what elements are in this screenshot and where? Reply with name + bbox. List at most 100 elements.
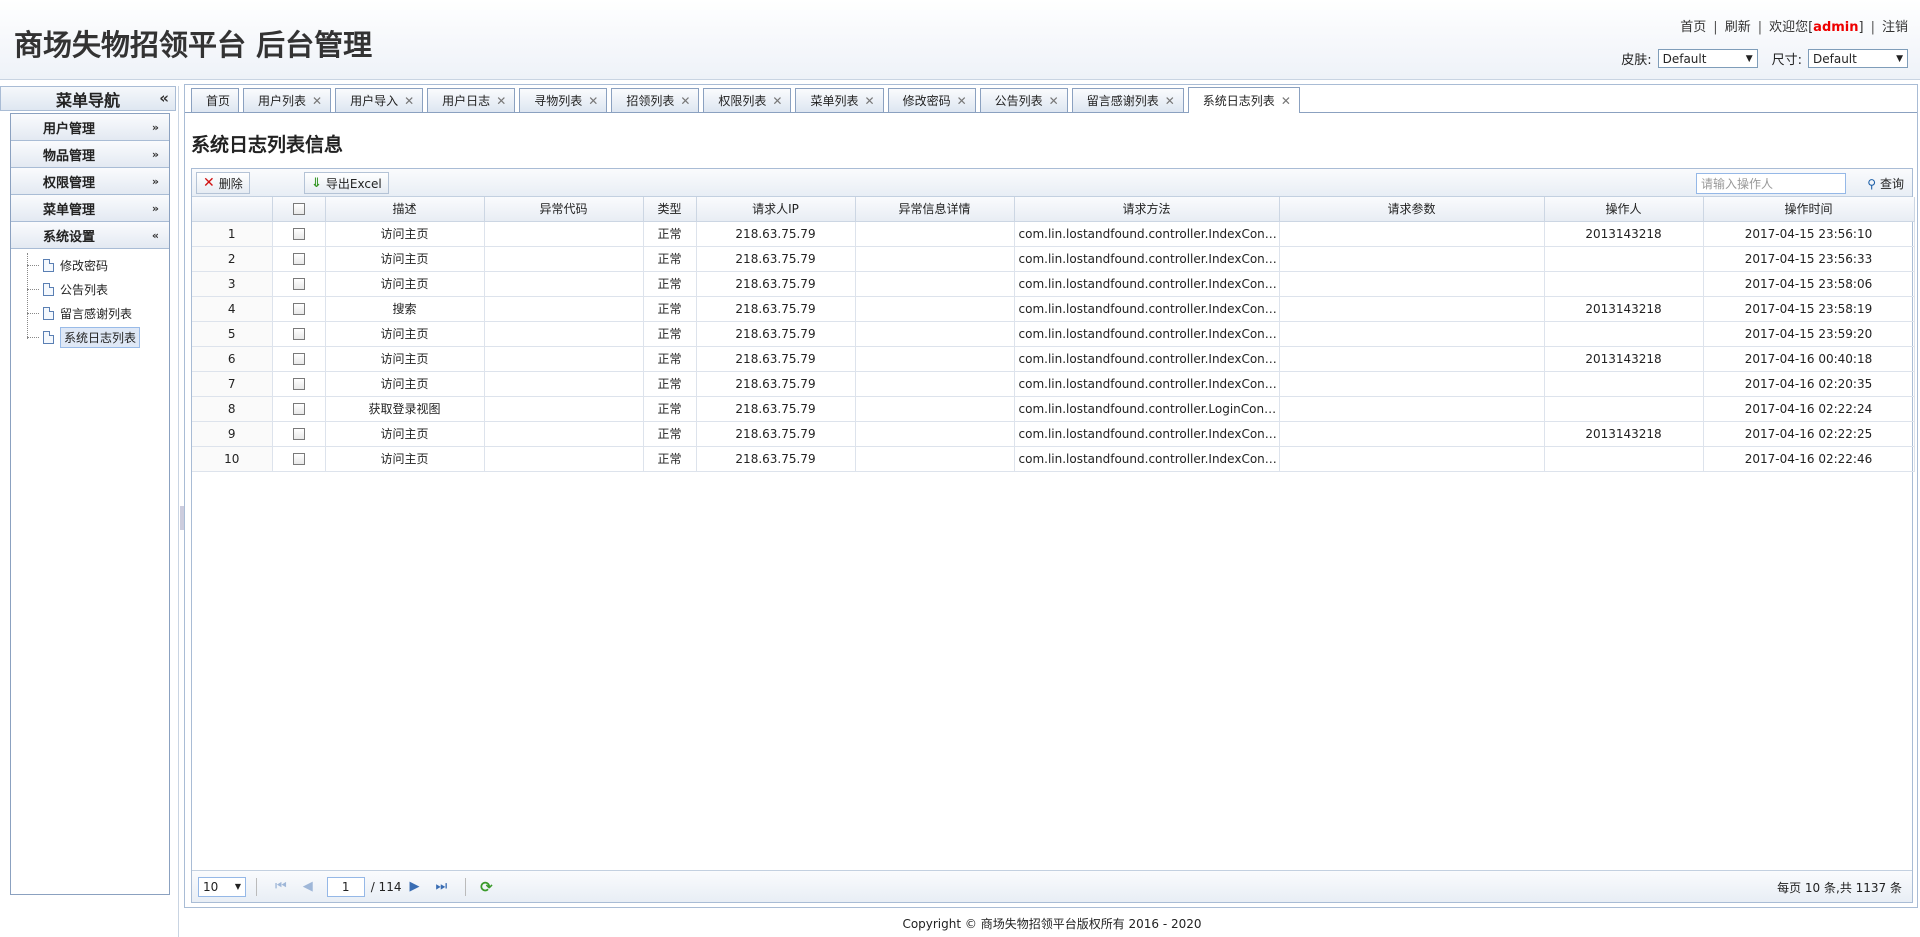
table-row[interactable]: 9 访问主页 正常 218.63.75.79 com.lin.lostandfound.… [192, 421, 1915, 447]
row-checkbox[interactable] [292, 353, 305, 365]
close-tab-icon[interactable]: ✕ [680, 94, 690, 108]
tab-11[interactable]: 系统日志列表 ✕ [1187, 87, 1300, 113]
column-header[interactable]: 操作时间 [1703, 197, 1915, 222]
close-tab-icon[interactable]: ✕ [865, 94, 875, 108]
tab-9[interactable]: 公告列表 ✕ [979, 88, 1068, 112]
prev-page-icon[interactable]: ◀ [303, 879, 313, 894]
close-tab-icon[interactable]: ✕ [957, 94, 967, 108]
tree-item-change-password[interactable]: 修改密码 [25, 253, 169, 277]
row-checkbox[interactable] [292, 378, 305, 390]
dropdown-arrow-icon: ▼ [1896, 53, 1903, 64]
home-link[interactable]: 首页 [1680, 20, 1706, 35]
table-row[interactable]: 3 访问主页 正常 218.63.75.79 com.lin.lostandfound.… [192, 271, 1915, 297]
cell-desc: 访问主页 [325, 371, 485, 397]
tab-2[interactable]: 用户导入 ✕ [335, 88, 424, 112]
table-row[interactable]: 2 访问主页 正常 218.63.75.79 com.lin.lostandfound.… [192, 246, 1915, 272]
close-tab-icon[interactable]: ✕ [496, 94, 506, 108]
size-select[interactable]: Default ▼ [1808, 49, 1908, 68]
column-header[interactable]: 操作人 [1544, 197, 1704, 222]
table-row[interactable]: 5 访问主页 正常 218.63.75.79 com.lin.lostandfound.… [192, 321, 1915, 347]
menu-system-settings[interactable]: 系统设置 « [11, 222, 169, 249]
close-tab-icon[interactable]: ✕ [588, 94, 598, 108]
collapse-sidebar-icon[interactable]: « [159, 89, 169, 107]
menu-permission-management[interactable]: 权限管理 » [11, 168, 169, 195]
row-checkbox[interactable] [292, 278, 305, 290]
tab-1[interactable]: 用户列表 ✕ [243, 88, 332, 112]
tab-4[interactable]: 寻物列表 ✕ [519, 88, 608, 112]
column-header[interactable]: 请求参数 [1279, 197, 1545, 222]
tab-3[interactable]: 用户日志 ✕ [427, 88, 516, 112]
close-tab-icon[interactable]: ✕ [404, 94, 414, 108]
tab-6[interactable]: 权限列表 ✕ [703, 88, 792, 112]
close-tab-icon[interactable]: ✕ [1165, 94, 1175, 108]
cell-code [484, 221, 644, 247]
tree-item-notice-list[interactable]: 公告列表 [25, 277, 169, 301]
tab-10[interactable]: 留言感谢列表 ✕ [1071, 88, 1184, 112]
next-page-icon[interactable]: ▶ [409, 879, 419, 894]
tree-item-system-log-list[interactable]: 系统日志列表 [25, 325, 169, 349]
table-row[interactable]: 8 获取登录视图 正常 218.63.75.79 com.lin.lostandfoun… [192, 396, 1915, 422]
page-number-input[interactable]: 1 [326, 876, 365, 897]
row-checkbox[interactable] [292, 253, 305, 265]
close-tab-icon[interactable]: ✕ [312, 94, 322, 108]
logout-link[interactable]: 注销 [1882, 20, 1908, 35]
row-select-cell [272, 296, 326, 322]
cell-method: com.lin.lostandfound.controller.IndexCon… [1014, 271, 1280, 297]
delete-button[interactable]: ✕ 删除 [196, 172, 250, 194]
close-tab-icon[interactable]: ✕ [772, 94, 782, 108]
cell-method: com.lin.lostandfound.controller.IndexCon… [1014, 221, 1280, 247]
column-header[interactable]: 异常代码 [484, 197, 644, 222]
tab-8[interactable]: 修改密码 ✕ [887, 88, 976, 112]
column-header[interactable]: 异常信息详情 [855, 197, 1015, 222]
column-header[interactable]: 描述 [325, 197, 485, 222]
cell-method: com.lin.lostandfound.controller.IndexCon… [1014, 296, 1280, 322]
table-row[interactable]: 10 访问主页 正常 218.63.75.79 com.lin.lostandfound… [192, 446, 1915, 472]
table-row[interactable]: 4 搜索 正常 218.63.75.79 com.lin.lostandfound.co… [192, 296, 1915, 322]
tab-5[interactable]: 招领列表 ✕ [611, 88, 700, 112]
tab-0[interactable]: 首页 [191, 88, 240, 112]
table-row[interactable]: 1 访问主页 正常 218.63.75.79 com.lin.lostandfound.… [192, 221, 1915, 247]
table-row[interactable]: 7 访问主页 正常 218.63.75.79 com.lin.lostandfound.… [192, 371, 1915, 397]
log-datagrid: ✕ 删除 ⇓ 导出Excel 请输入操作人 ⚲ 查询 描述 异常代码 类型 请求人IP… [191, 168, 1915, 903]
skin-select[interactable]: Default ▼ [1657, 49, 1758, 68]
tab-7[interactable]: 菜单列表 ✕ [795, 88, 884, 112]
row-checkbox[interactable] [292, 453, 305, 465]
last-page-icon[interactable]: ⏭ [435, 879, 447, 894]
cell-code [484, 246, 644, 272]
menu-item-management[interactable]: 物品管理 » [11, 141, 169, 168]
column-header[interactable]: 请求方法 [1014, 197, 1280, 222]
cell-params [1279, 246, 1545, 272]
tree-item-thanks-list[interactable]: 留言感谢列表 [25, 301, 169, 325]
row-checkbox[interactable] [292, 228, 305, 240]
refresh-link[interactable]: 刷新 [1725, 20, 1751, 35]
page-size-select[interactable]: 10 ▼ [198, 876, 246, 897]
cell-params [1279, 396, 1545, 422]
rownum-header [192, 197, 273, 222]
row-checkbox[interactable] [292, 303, 305, 315]
row-checkbox[interactable] [292, 428, 305, 440]
size-label: 尺寸: [1771, 53, 1802, 68]
row-checkbox[interactable] [292, 403, 305, 415]
cell-params [1279, 271, 1545, 297]
export-excel-button[interactable]: ⇓ 导出Excel [304, 172, 389, 194]
menu-menu-management[interactable]: 菜单管理 » [11, 195, 169, 222]
table-header-row: 描述 异常代码 类型 请求人IP 异常信息详情 请求方法 请求参数 操作人 操作… [192, 197, 1915, 222]
refresh-icon[interactable]: ⟳ [480, 878, 493, 896]
close-tab-icon[interactable]: ✕ [1049, 94, 1059, 108]
row-checkbox[interactable] [292, 328, 305, 340]
close-tab-icon[interactable]: ✕ [1281, 94, 1291, 108]
column-header[interactable]: 类型 [643, 197, 697, 222]
column-header[interactable]: 请求人IP [696, 197, 856, 222]
first-page-icon[interactable]: ⏮ [275, 879, 287, 894]
skin-size-row: 皮肤: Default ▼ 尺寸: Default ▼ [1621, 49, 1908, 68]
cell-method: com.lin.lostandfound.controller.IndexCon… [1014, 346, 1280, 372]
cell-time: 2017-04-16 02:22:25 [1703, 421, 1915, 447]
operator-search-input[interactable]: 请输入操作人 [1696, 173, 1846, 194]
cell-type: 正常 [643, 421, 697, 447]
table-row[interactable]: 6 访问主页 正常 218.63.75.79 com.lin.lostandfound.… [192, 346, 1915, 372]
search-button[interactable]: ⚲ 查询 [1867, 173, 1904, 194]
select-all-checkbox[interactable] [292, 203, 305, 216]
pager-info: 每页 10 条,共 1137 条 [1777, 881, 1902, 895]
menu-user-management[interactable]: 用户管理 » [11, 114, 169, 141]
pagination-bar: 10 ▼ ⏮ ◀ 1 / 114 ▶ ⏭ ⟳ 每页 10 条,共 1137 条 [192, 870, 1912, 902]
